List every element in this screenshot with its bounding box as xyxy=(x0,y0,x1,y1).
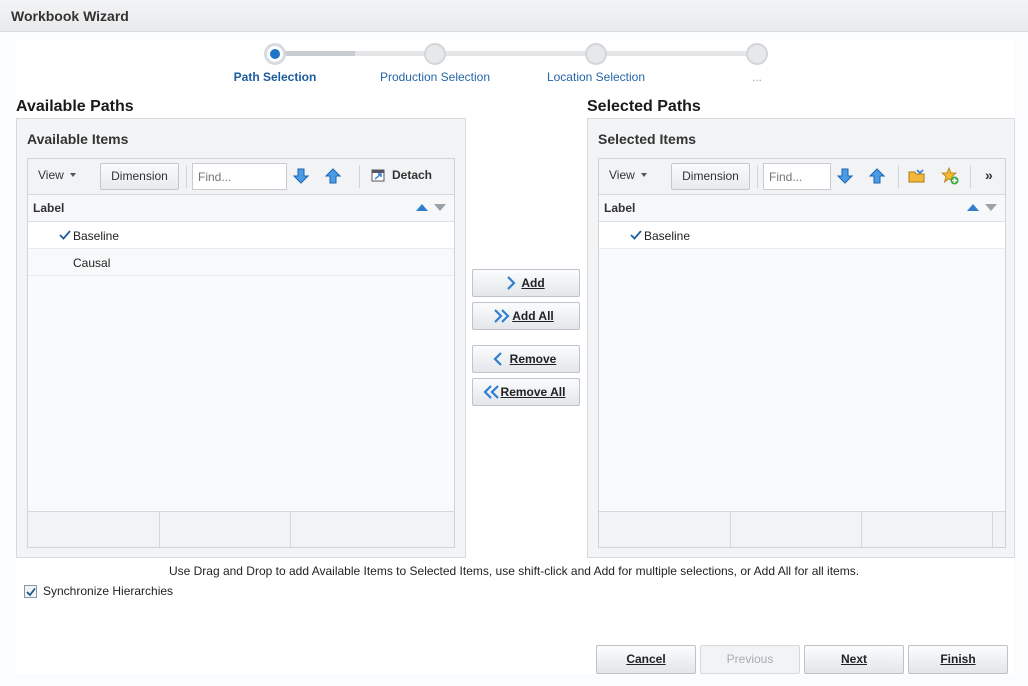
synchronize-label: Synchronize Hierarchies xyxy=(43,584,174,598)
checkmark-icon xyxy=(26,587,36,597)
finish-button[interactable]: Finish xyxy=(908,645,1008,674)
toolbar-divider xyxy=(970,165,971,188)
toolbar-divider xyxy=(186,165,187,188)
available-items-header: Available Items xyxy=(27,131,129,147)
toolbar-divider xyxy=(359,165,360,188)
train-connector xyxy=(285,51,355,56)
train-label-path-selection[interactable]: Path Selection xyxy=(234,70,317,84)
selected-items-panel: Selected Items View Dimension Find... » … xyxy=(587,118,1015,558)
train-label-production-selection[interactable]: Production Selection xyxy=(380,70,490,84)
selected-paths-title: Selected Paths xyxy=(587,98,701,115)
available-items-table: View Dimension Detach Label xyxy=(27,158,455,548)
sort-ascending-icon[interactable] xyxy=(967,204,979,211)
available-dimension-button[interactable]: Dimension xyxy=(100,163,179,190)
view-label: View xyxy=(609,168,635,182)
available-column-header: Label xyxy=(28,195,454,222)
available-find-input[interactable] xyxy=(192,163,287,190)
sort-descending-icon[interactable] xyxy=(434,204,446,211)
synchronize-checkbox[interactable] xyxy=(24,585,37,598)
checkmark-icon xyxy=(59,230,71,240)
table-row[interactable]: Baseline xyxy=(599,222,1005,249)
add-all-label: Add All xyxy=(512,309,554,323)
available-paths-title: Available Paths xyxy=(16,98,134,115)
train-connector xyxy=(445,51,595,56)
train-stop-production-selection[interactable] xyxy=(424,43,446,65)
selected-grid-footer xyxy=(599,511,1005,547)
remove-button[interactable]: Remove xyxy=(472,345,580,373)
selected-find-input[interactable] xyxy=(763,163,831,190)
selected-view-menu[interactable]: View xyxy=(609,163,647,190)
selected-items-header: Selected Items xyxy=(598,131,697,147)
move-down-icon[interactable] xyxy=(836,167,854,185)
window-title: Workbook Wizard xyxy=(11,8,129,24)
selected-dimension-button[interactable]: Dimension xyxy=(671,163,750,190)
title-bar: Workbook Wizard xyxy=(0,0,1028,32)
favorite-add-icon[interactable] xyxy=(941,167,959,185)
footer-cell xyxy=(731,512,862,547)
sort-ascending-icon[interactable] xyxy=(416,204,428,211)
train-stop-path-selection[interactable] xyxy=(264,43,286,65)
selected-items-table: View Dimension » L xyxy=(598,158,1006,548)
footer-cell xyxy=(862,512,993,547)
double-chevron-left-icon xyxy=(483,385,499,399)
row-label: Baseline xyxy=(73,229,120,243)
detach-button[interactable]: Detach xyxy=(371,163,432,190)
footer-cell xyxy=(28,512,160,547)
table-row[interactable]: Baseline xyxy=(28,222,454,249)
chevron-down-icon xyxy=(69,173,76,177)
row-label: Baseline xyxy=(644,229,691,243)
view-label: View xyxy=(38,168,64,182)
move-down-icon[interactable] xyxy=(292,167,310,185)
train-label-more[interactable]: ... xyxy=(752,70,762,84)
more-menu-button[interactable]: » xyxy=(985,163,993,190)
selected-column-header: Label xyxy=(599,195,1005,222)
footer-cell xyxy=(160,512,291,547)
table-row[interactable]: Causal xyxy=(28,249,454,276)
toolbar-divider xyxy=(757,165,758,188)
move-up-icon[interactable] xyxy=(324,167,342,185)
footer-cell xyxy=(599,512,731,547)
column-label[interactable]: Label xyxy=(33,201,64,215)
checkmark-icon xyxy=(630,230,642,240)
row-label: Causal xyxy=(73,256,111,270)
add-button[interactable]: Add xyxy=(472,269,580,297)
selected-toolbar: View Dimension » xyxy=(599,159,1005,195)
move-up-icon[interactable] xyxy=(868,167,886,185)
instructions-text: Use Drag and Drop to add Available Items… xyxy=(168,564,860,578)
toolbar-divider xyxy=(898,165,899,188)
available-view-menu[interactable]: View xyxy=(38,163,76,190)
previous-button[interactable]: Previous xyxy=(700,645,800,674)
remove-label: Remove xyxy=(509,352,557,366)
remove-all-label: Remove All xyxy=(500,385,566,399)
available-items-panel: Available Items View Dimension Find... D… xyxy=(16,118,466,558)
cancel-button[interactable]: Cancel xyxy=(596,645,696,674)
chevron-left-icon xyxy=(493,352,502,366)
available-grid-footer xyxy=(28,511,454,547)
train-stop-more[interactable] xyxy=(746,43,768,65)
train-label-location-selection[interactable]: Location Selection xyxy=(547,70,645,84)
train-connector xyxy=(355,51,435,56)
remove-all-button[interactable]: Remove All xyxy=(472,378,580,406)
available-toolbar: View Dimension Detach xyxy=(28,159,454,195)
train-connector xyxy=(605,51,755,56)
train-stop-location-selection[interactable] xyxy=(585,43,607,65)
folder-icon[interactable] xyxy=(908,167,926,185)
chevron-down-icon xyxy=(640,173,647,177)
double-chevron-right-icon xyxy=(494,309,510,323)
column-label[interactable]: Label xyxy=(604,201,635,215)
detach-icon xyxy=(371,169,385,182)
add-label: Add xyxy=(521,276,545,290)
sort-descending-icon[interactable] xyxy=(985,204,997,211)
chevron-right-icon xyxy=(507,276,516,290)
next-button[interactable]: Next xyxy=(804,645,904,674)
detach-label: Detach xyxy=(392,168,433,182)
add-all-button[interactable]: Add All xyxy=(472,302,580,330)
